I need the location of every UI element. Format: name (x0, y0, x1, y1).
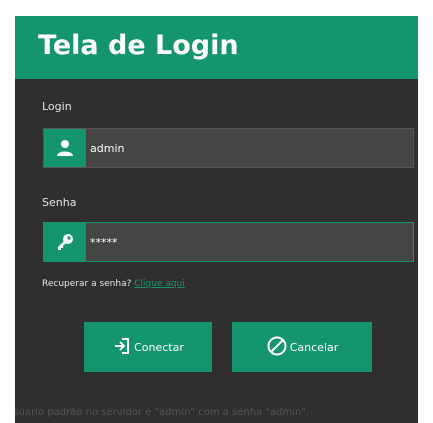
login-label: Login (42, 100, 72, 113)
connect-label: Conectar (134, 340, 184, 354)
password-input[interactable] (90, 223, 408, 261)
cancel-label: Cancelar (289, 340, 339, 354)
password-label: Senha (42, 196, 77, 209)
cancel-button[interactable]: Cancelar (232, 322, 372, 372)
footer-note: O usuário padrão no servidor é "admin" c… (15, 407, 310, 418)
ban-icon (266, 335, 290, 360)
recover-text: Recuperar a senha? (42, 279, 132, 289)
password-field[interactable] (43, 222, 414, 262)
login-input[interactable] (90, 129, 408, 167)
login-field[interactable] (43, 128, 414, 168)
connect-button[interactable]: Conectar (84, 322, 212, 372)
login-window: Tela de Login Login Senha Recuperar a se… (15, 16, 418, 423)
key-icon (44, 223, 86, 261)
sign-in-icon (112, 336, 134, 359)
user-icon (44, 129, 86, 167)
page-title: Tela de Login (38, 30, 239, 61)
title-bar: Tela de Login (15, 16, 418, 79)
recover-link[interactable]: Clique aqui (134, 279, 185, 289)
recover-password: Recuperar a senha? Clique aqui (42, 279, 185, 289)
